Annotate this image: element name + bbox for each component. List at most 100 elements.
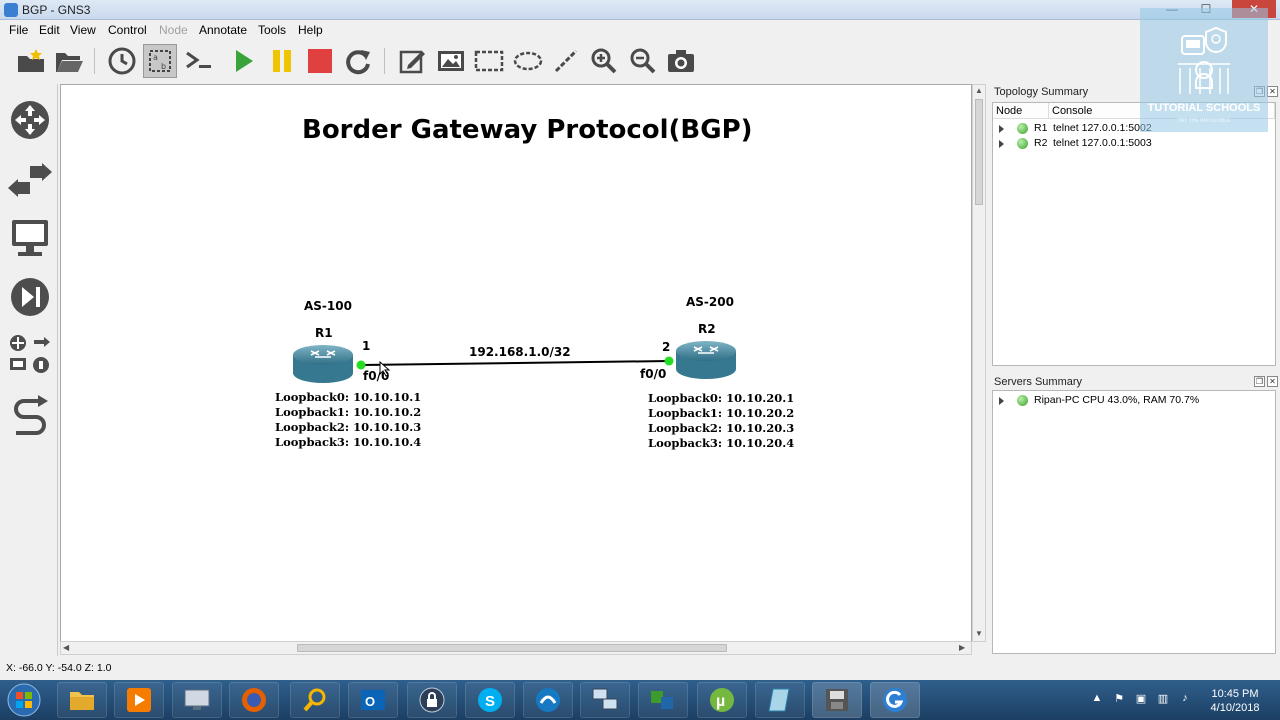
reload-all-icon[interactable] bbox=[341, 44, 375, 78]
menu-help[interactable]: Help bbox=[298, 23, 323, 37]
wireshark-taskbar-icon[interactable] bbox=[523, 682, 573, 718]
close-panel-icon[interactable]: ✕ bbox=[1267, 376, 1278, 387]
server-row[interactable]: Ripan-PC CPU 43.0%, RAM 70.7% bbox=[993, 393, 1275, 408]
remote-desktop-taskbar-icon[interactable] bbox=[172, 682, 222, 718]
link-subnet-label[interactable]: 192.168.1.0/32 bbox=[469, 345, 571, 359]
stop-all-icon[interactable] bbox=[303, 44, 337, 78]
device-tray-icon[interactable]: ▣ bbox=[1134, 692, 1148, 706]
r1-loopback-note[interactable]: Loopback0: 10.10.10.1 Loopback1: 10.10.1… bbox=[275, 390, 421, 450]
security-devices-category-icon[interactable] bbox=[8, 275, 52, 319]
add-link-icon[interactable] bbox=[8, 394, 52, 438]
suspend-all-icon[interactable] bbox=[265, 44, 299, 78]
gns3-taskbar-icon[interactable] bbox=[870, 682, 920, 718]
vm-app-taskbar-icon[interactable] bbox=[638, 682, 688, 718]
r1-loopback-line: Loopback1: 10.10.10.2 bbox=[275, 405, 422, 419]
scroll-left-icon[interactable]: ◀ bbox=[63, 643, 69, 652]
topology-row-r2[interactable]: R2 telnet 127.0.0.1:5003 bbox=[993, 136, 1275, 151]
search-tool-taskbar-icon[interactable] bbox=[290, 682, 340, 718]
expand-arrow-icon[interactable] bbox=[999, 125, 1004, 133]
draw-line-icon[interactable] bbox=[549, 44, 583, 78]
skype-taskbar-icon[interactable]: S bbox=[465, 682, 515, 718]
menu-view[interactable]: View bbox=[70, 23, 96, 37]
screenshot-icon[interactable] bbox=[664, 44, 698, 78]
r1-port-number[interactable]: 1 bbox=[362, 339, 370, 353]
r2-loopback-note[interactable]: Loopback0: 10.10.20.1 Loopback1: 10.10.2… bbox=[648, 391, 794, 451]
servers-tree[interactable]: Ripan-PC CPU 43.0%, RAM 70.7% bbox=[992, 390, 1276, 654]
scroll-right-icon[interactable]: ▶ bbox=[959, 643, 965, 652]
server-connected-icon bbox=[1017, 395, 1028, 406]
window-title: BGP - GNS3 bbox=[22, 3, 91, 17]
all-devices-category-icon[interactable] bbox=[8, 332, 52, 376]
r2-name-label[interactable]: R2 bbox=[698, 322, 716, 336]
expand-arrow-icon[interactable] bbox=[999, 397, 1004, 405]
canvas-horizontal-scrollbar[interactable]: ◀ ▶ bbox=[60, 641, 972, 655]
node-name: R2 bbox=[1034, 137, 1048, 149]
cursor-coordinates: X: -66.0 Y: -54.0 Z: 1.0 bbox=[6, 662, 112, 674]
start-orb-icon[interactable] bbox=[4, 681, 44, 719]
firefox-taskbar-icon[interactable] bbox=[229, 682, 279, 718]
network-tray-icon[interactable]: ▥ bbox=[1156, 692, 1170, 706]
file-explorer-taskbar-icon[interactable] bbox=[57, 682, 107, 718]
scroll-thumb[interactable] bbox=[297, 644, 727, 652]
router-r2[interactable] bbox=[674, 339, 738, 386]
topology-heading[interactable]: Border Gateway Protocol(BGP) bbox=[302, 115, 753, 145]
status-bar: X: -66.0 Y: -54.0 Z: 1.0 bbox=[0, 658, 1280, 680]
link-r1-r2[interactable] bbox=[360, 360, 670, 366]
utorrent-taskbar-icon[interactable]: µ bbox=[697, 682, 747, 718]
canvas-vertical-scrollbar[interactable]: ▲ ▼ bbox=[972, 84, 986, 642]
open-project-icon[interactable] bbox=[52, 44, 86, 78]
start-all-icon[interactable] bbox=[226, 44, 260, 78]
menu-control[interactable]: Control bbox=[108, 23, 147, 37]
r2-port-number[interactable]: 2 bbox=[662, 340, 670, 354]
draw-ellipse-icon[interactable] bbox=[511, 44, 545, 78]
zoom-in-icon[interactable] bbox=[587, 44, 621, 78]
scroll-thumb[interactable] bbox=[975, 99, 983, 205]
as200-label[interactable]: AS-200 bbox=[686, 295, 734, 309]
topology-canvas[interactable]: Border Gateway Protocol(BGP) AS-100 AS-2… bbox=[60, 84, 972, 642]
snapshot-icon[interactable] bbox=[105, 44, 139, 78]
menu-annotate[interactable]: Annotate bbox=[199, 23, 247, 37]
expand-arrow-icon[interactable] bbox=[999, 140, 1004, 148]
tutorial-schools-watermark: TUTORIAL SCHOOLS TRY THE IMPOSSIBLE bbox=[1140, 8, 1268, 132]
scroll-up-icon[interactable]: ▲ bbox=[975, 86, 983, 95]
action-center-flag-icon[interactable]: ⚑ bbox=[1112, 692, 1126, 706]
topology-tree[interactable]: Node Console R1 telnet 127.0.0.1:5002 R2… bbox=[992, 102, 1276, 366]
outlook-taskbar-icon[interactable]: O bbox=[348, 682, 398, 718]
watermark-logo-icon bbox=[1178, 26, 1230, 94]
insert-picture-icon[interactable] bbox=[434, 44, 468, 78]
console-all-icon[interactable] bbox=[182, 44, 216, 78]
network-app-taskbar-icon[interactable] bbox=[580, 682, 630, 718]
menu-file[interactable]: File bbox=[9, 23, 28, 37]
r2-interface-label[interactable]: f0/0 bbox=[640, 367, 666, 381]
r2-loopback-line: Loopback0: 10.10.20.1 bbox=[648, 391, 795, 405]
volume-icon[interactable]: ♪ bbox=[1178, 692, 1192, 706]
add-note-icon[interactable] bbox=[395, 44, 429, 78]
scroll-down-icon[interactable]: ▼ bbox=[975, 629, 983, 638]
as100-label[interactable]: AS-100 bbox=[304, 299, 352, 313]
new-project-icon[interactable] bbox=[14, 44, 48, 78]
menu-edit[interactable]: Edit bbox=[39, 23, 60, 37]
svg-text:O: O bbox=[365, 694, 375, 709]
svg-text:a: a bbox=[153, 53, 158, 62]
show-hidden-icons-icon[interactable]: ▲ bbox=[1090, 692, 1104, 706]
menu-node[interactable]: Node bbox=[159, 23, 188, 37]
mouse-cursor bbox=[379, 360, 391, 380]
column-node[interactable]: Node bbox=[993, 103, 1049, 119]
routers-category-icon[interactable] bbox=[8, 98, 52, 142]
menu-tools[interactable]: Tools bbox=[258, 23, 286, 37]
close-panel-icon[interactable]: ✕ bbox=[1267, 86, 1278, 97]
system-clock[interactable]: 10:45 PM 4/10/2018 bbox=[1200, 687, 1270, 715]
draw-rectangle-icon[interactable] bbox=[472, 44, 506, 78]
notepad-app-taskbar-icon[interactable] bbox=[755, 682, 805, 718]
zoom-out-icon[interactable] bbox=[626, 44, 660, 78]
router-r1[interactable] bbox=[291, 343, 355, 390]
servers-summary-panel: Servers Summary ❐ ✕ Ripan-PC CPU 43.0%, … bbox=[990, 374, 1280, 656]
show-interface-labels-icon[interactable]: ab bbox=[143, 44, 177, 78]
disk-app-taskbar-icon[interactable] bbox=[812, 682, 862, 718]
switches-category-icon[interactable] bbox=[8, 158, 52, 202]
end-devices-category-icon[interactable] bbox=[8, 216, 52, 260]
security-app-taskbar-icon[interactable] bbox=[407, 682, 457, 718]
media-player-taskbar-icon[interactable] bbox=[114, 682, 164, 718]
r1-name-label[interactable]: R1 bbox=[315, 326, 333, 340]
float-panel-icon[interactable]: ❐ bbox=[1254, 376, 1265, 387]
